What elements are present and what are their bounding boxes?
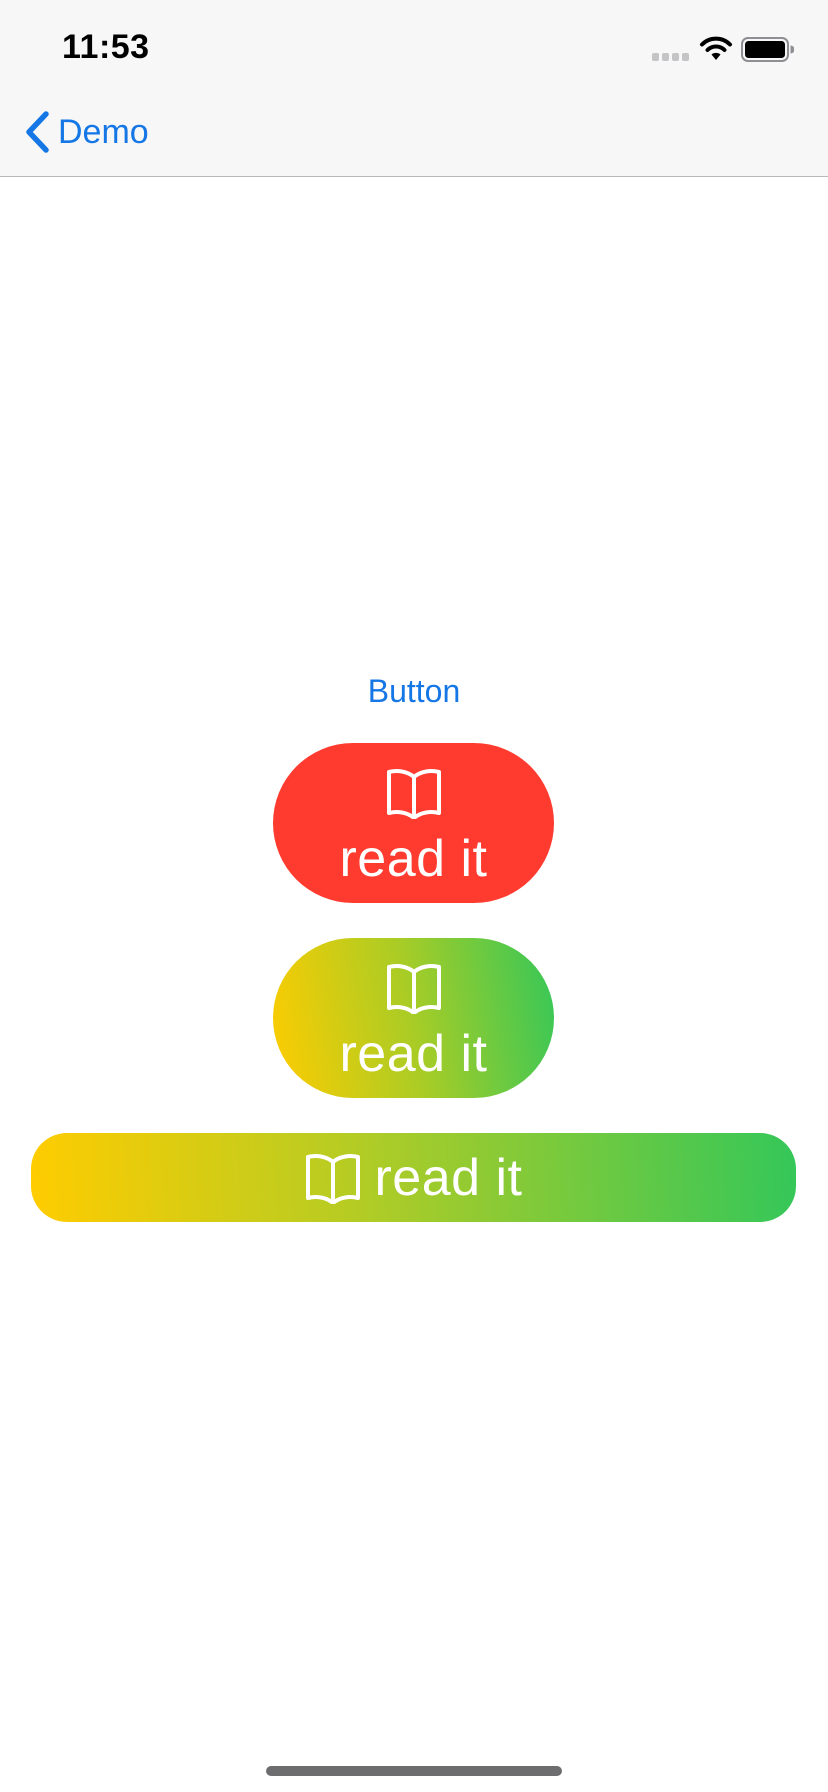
read-it-label: read it bbox=[339, 1025, 488, 1083]
book-icon bbox=[386, 769, 441, 819]
back-label: Demo bbox=[58, 112, 149, 151]
navigation-header: 11:53 Demo bbox=[0, 0, 828, 177]
chevron-left-icon bbox=[26, 111, 49, 153]
read-it-button-red[interactable]: read it bbox=[273, 743, 554, 903]
signal-dots-icon bbox=[652, 53, 690, 61]
plain-button[interactable]: Button bbox=[0, 673, 828, 710]
book-icon bbox=[386, 964, 441, 1014]
status-time: 11:53 bbox=[62, 28, 150, 66]
read-it-label: read it bbox=[339, 830, 488, 888]
read-it-button-wide[interactable]: read it bbox=[31, 1133, 796, 1222]
back-button[interactable]: Demo bbox=[22, 108, 149, 156]
battery-icon bbox=[741, 37, 794, 62]
screen: 11:53 Demo Button read it read it read i… bbox=[0, 0, 828, 1792]
home-indicator[interactable] bbox=[266, 1766, 562, 1776]
read-it-button-gradient[interactable]: read it bbox=[273, 938, 554, 1098]
read-it-label: read it bbox=[374, 1148, 523, 1207]
wifi-icon bbox=[700, 36, 732, 60]
book-icon bbox=[306, 1153, 361, 1204]
